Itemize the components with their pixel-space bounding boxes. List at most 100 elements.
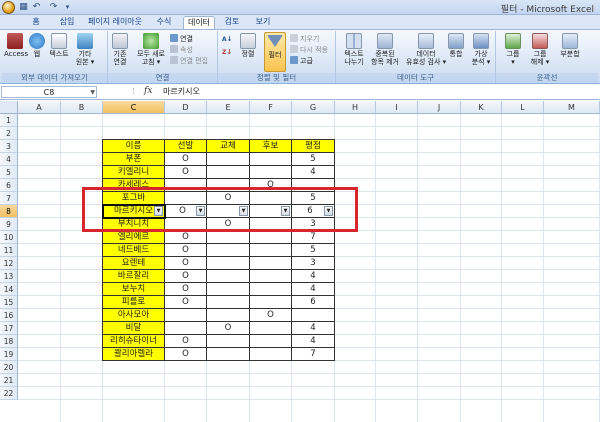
group-sort-filter: A↓ Z↓ 정렬 필터 지우기 다시 적용 고급 정렬 및 필터: [218, 31, 336, 83]
group-title-connections: 연결: [108, 73, 217, 83]
office-button[interactable]: [2, 1, 15, 14]
row-header-9[interactable]: 9: [0, 218, 18, 231]
sort-icon: [240, 33, 256, 49]
edit-links-button[interactable]: 연결 편집: [170, 56, 208, 66]
data-validation-button[interactable]: 데이터 유효성 검사 ▾: [406, 33, 446, 66]
row-header-6[interactable]: 6: [0, 179, 18, 192]
group-icon: [505, 33, 521, 49]
column-header-k[interactable]: K: [461, 101, 502, 114]
tab-home[interactable]: 홈: [26, 16, 46, 29]
row-header-7[interactable]: 7: [0, 192, 18, 205]
text-file-icon: [51, 33, 67, 49]
sort-descending-button[interactable]: Z↓: [222, 48, 232, 57]
name-box[interactable]: C8 ▼: [1, 86, 97, 98]
chevron-down-icon[interactable]: ▼: [90, 87, 95, 98]
column-header-c[interactable]: C: [103, 101, 165, 114]
text-to-columns-button[interactable]: 텍스트 나누기: [340, 33, 368, 66]
column-header-a[interactable]: A: [18, 101, 61, 114]
quick-access-menu-icon[interactable]: ▾: [62, 2, 73, 13]
row-header-3[interactable]: 3: [0, 140, 18, 153]
sort-ascending-button[interactable]: A↓: [222, 35, 233, 44]
column-header-m[interactable]: M: [544, 101, 600, 114]
remove-duplicates-icon: [377, 33, 393, 49]
consolidate-icon: [448, 33, 464, 49]
clear-button[interactable]: 지우기: [290, 34, 319, 44]
filter-button[interactable]: 필터: [264, 32, 286, 72]
text-to-columns-icon: [346, 33, 362, 49]
undo-icon[interactable]: ↶: [31, 2, 42, 13]
group-title-outline: 윤곽선: [496, 73, 598, 83]
tab-view[interactable]: 보기: [250, 16, 276, 29]
column-header-h[interactable]: H: [335, 101, 376, 114]
refresh-all-button[interactable]: 모두 새로 고침 ▾: [136, 33, 166, 66]
group-external-data: Access 웹 텍스트 기타 원본 ▾ 외부 데이터 가져오기: [2, 31, 108, 83]
ungroup-icon: [532, 33, 548, 49]
row-header-12[interactable]: 12: [0, 257, 18, 270]
web-button[interactable]: 웹: [29, 33, 45, 58]
row-header-11[interactable]: 11: [0, 244, 18, 257]
worksheet[interactable]: ABCDEFGHIJKLM 1 2 3 4 5 6 7 8 9 10 11 12 13 14 15 16 17 1…: [0, 101, 600, 422]
row-header-10[interactable]: 10: [0, 231, 18, 244]
what-if-analysis-button[interactable]: 가상 분석 ▾: [469, 33, 493, 66]
existing-connections-button[interactable]: 기존 연결: [110, 33, 130, 66]
group-title-external: 외부 데이터 가져오기: [2, 73, 107, 83]
sort-button[interactable]: 정렬: [238, 33, 258, 58]
row-header-21[interactable]: 21: [0, 374, 18, 387]
group-rows-button[interactable]: 그룹 ▾: [502, 33, 524, 66]
tab-page-layout[interactable]: 페이지 레이아웃: [86, 16, 144, 29]
properties-button[interactable]: 속성: [170, 45, 193, 55]
access-button[interactable]: Access: [4, 33, 28, 58]
row-header-18[interactable]: 18: [0, 335, 18, 348]
tab-formulas[interactable]: 수식: [150, 16, 178, 29]
column-header-e[interactable]: E: [207, 101, 250, 114]
row-header-17[interactable]: 17: [0, 322, 18, 335]
row-header-8[interactable]: 8: [0, 205, 18, 218]
row-header-19[interactable]: 19: [0, 348, 18, 361]
save-icon[interactable]: ▦: [18, 2, 29, 13]
connections-icon: [170, 34, 178, 42]
row-header-15[interactable]: 15: [0, 296, 18, 309]
consolidate-button[interactable]: 통합: [446, 33, 466, 58]
column-header-l[interactable]: L: [502, 101, 544, 114]
connections-button[interactable]: 연결: [170, 34, 193, 44]
column-header-j[interactable]: J: [418, 101, 461, 114]
row-header-16[interactable]: 16: [0, 309, 18, 322]
ribbon: Access 웹 텍스트 기타 원본 ▾ 외부 데이터 가져오기 기존 연결 모…: [0, 29, 600, 84]
column-header-d[interactable]: D: [165, 101, 207, 114]
row-header-22[interactable]: 22: [0, 387, 18, 400]
subtotal-button[interactable]: 부분합: [556, 33, 584, 58]
group-connections: 기존 연결 모두 새로 고침 ▾ 연결 속성 연결 편집 연결: [108, 31, 218, 83]
text-button[interactable]: 텍스트: [48, 33, 70, 58]
row-header-4[interactable]: 4: [0, 153, 18, 166]
tab-insert[interactable]: 삽입: [54, 16, 80, 29]
ungroup-button[interactable]: 그룹 해제 ▾: [528, 33, 552, 66]
other-sources-button[interactable]: 기타 원본 ▾: [74, 33, 96, 66]
remove-duplicates-button[interactable]: 중복된 항목 제거: [370, 33, 400, 66]
column-header-i[interactable]: I: [376, 101, 418, 114]
formula-input[interactable]: 마르키시오: [160, 86, 598, 98]
column-header-g[interactable]: G: [292, 101, 335, 114]
access-icon: [7, 33, 23, 49]
tab-data[interactable]: 데이터: [183, 16, 215, 29]
column-header-f[interactable]: F: [250, 101, 292, 114]
redo-icon[interactable]: ↷: [48, 2, 59, 13]
group-title-sort-filter: 정렬 및 필터: [218, 73, 335, 83]
formula-bar: C8 ▼ ⋮ fx 마르키시오: [0, 85, 600, 100]
row-header-14[interactable]: 14: [0, 283, 18, 296]
advanced-filter-icon: [290, 56, 298, 64]
row-header-20[interactable]: 20: [0, 361, 18, 374]
row-header-5[interactable]: 5: [0, 166, 18, 179]
subtotal-icon: [562, 33, 578, 49]
advanced-filter-button[interactable]: 고급: [290, 56, 313, 66]
row-header-2[interactable]: 2: [0, 127, 18, 140]
column-header-b[interactable]: B: [61, 101, 103, 114]
reapply-button[interactable]: 다시 적용: [290, 45, 328, 55]
properties-icon: [170, 45, 178, 53]
select-all-corner[interactable]: [0, 101, 18, 114]
tab-review[interactable]: 검토: [219, 16, 245, 29]
row-header-1[interactable]: 1: [0, 114, 18, 127]
insert-function-icon[interactable]: fx: [144, 86, 152, 96]
data-validation-icon: [418, 33, 434, 49]
row-header-13[interactable]: 13: [0, 270, 18, 283]
clear-filter-icon: [290, 34, 298, 42]
